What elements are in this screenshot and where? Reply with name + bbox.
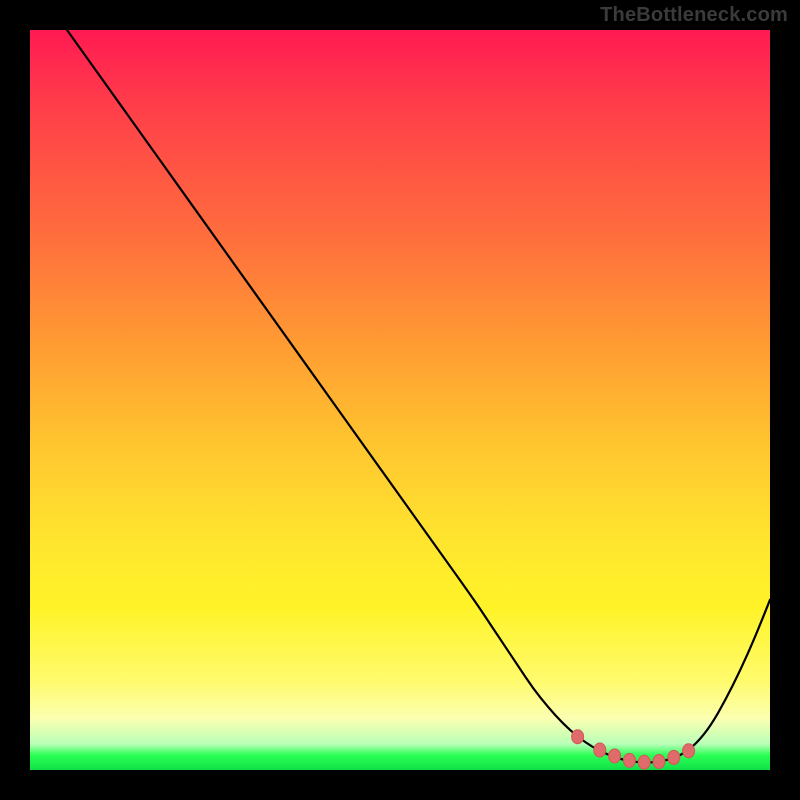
marker-dot: [572, 730, 584, 744]
marker-dot: [653, 754, 665, 768]
marker-dot: [683, 744, 695, 758]
optimal-range-markers: [572, 730, 695, 770]
chart-svg: [30, 30, 770, 770]
marker-dot: [638, 755, 650, 769]
marker-dot: [594, 743, 606, 757]
watermark-text: TheBottleneck.com: [600, 4, 788, 27]
bottleneck-curve: [67, 30, 770, 762]
chart-container: TheBottleneck.com: [0, 0, 800, 800]
marker-dot: [609, 749, 621, 763]
marker-dot: [623, 753, 635, 767]
plot-area: [30, 30, 770, 770]
marker-dot: [668, 750, 680, 764]
